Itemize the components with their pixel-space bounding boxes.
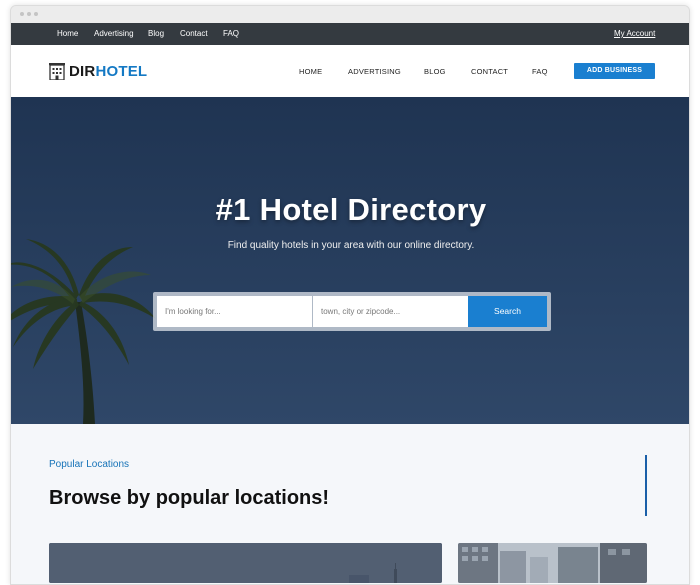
search-keyword-input[interactable] — [157, 296, 312, 327]
my-account-link[interactable]: My Account — [614, 23, 655, 45]
hero-subtitle: Find quality hotels in your area with ou… — [227, 240, 475, 251]
section-label: Popular Locations — [49, 459, 130, 470]
nav-item-faq[interactable]: FAQ — [532, 67, 548, 76]
section-title: Browse by popular locations! — [49, 487, 330, 509]
browser-window: Home Advertising Blog Contact FAQ My Acc… — [10, 5, 690, 585]
city-skyline-image — [49, 543, 442, 583]
site-header: DIRHOTEL HOME ADVERTISING BLOG CONTACT F… — [11, 45, 689, 97]
nav-item-contact[interactable]: CONTACT — [471, 67, 508, 76]
logo-text-hotel: HOTEL — [95, 62, 148, 80]
search-button[interactable]: Search — [468, 296, 547, 327]
site-logo[interactable]: DIRHOTEL — [49, 61, 147, 81]
topbar-link-contact[interactable]: Contact — [180, 23, 208, 45]
city-buildings-image — [458, 543, 647, 583]
topbar-link-faq[interactable]: FAQ — [223, 23, 239, 45]
popular-locations-section: Popular Locations Browse by popular loca… — [11, 424, 689, 584]
search-location-input[interactable] — [313, 296, 468, 327]
add-business-button[interactable]: ADD BUSINESS — [574, 63, 655, 79]
topbar-link-home[interactable]: Home — [57, 23, 78, 45]
hero-title: #1 Hotel Directory — [215, 192, 487, 227]
topbar-link-blog[interactable]: Blog — [148, 23, 164, 45]
nav-item-home[interactable]: HOME — [299, 67, 322, 76]
logo-text: DIRHOTEL — [69, 63, 147, 80]
browser-titlebar — [11, 6, 689, 23]
nav-item-blog[interactable]: BLOG — [424, 67, 446, 76]
hotel-building-icon — [49, 63, 65, 80]
window-dot-icon — [27, 12, 31, 16]
topbar-link-advertising[interactable]: Advertising — [94, 23, 134, 45]
top-bar: Home Advertising Blog Contact FAQ My Acc… — [11, 23, 689, 45]
location-card[interactable] — [49, 543, 442, 583]
hero-section: #1 Hotel Directory Find quality hotels i… — [11, 97, 689, 424]
logo-text-dir: DIR — [69, 62, 96, 80]
nav-item-advertising[interactable]: ADVERTISING — [348, 67, 401, 76]
location-card[interactable] — [458, 543, 647, 583]
section-divider — [645, 455, 647, 516]
window-dot-icon — [34, 12, 38, 16]
search-box: Search — [153, 292, 551, 331]
palm-tree-image — [11, 97, 689, 424]
window-dot-icon — [20, 12, 24, 16]
